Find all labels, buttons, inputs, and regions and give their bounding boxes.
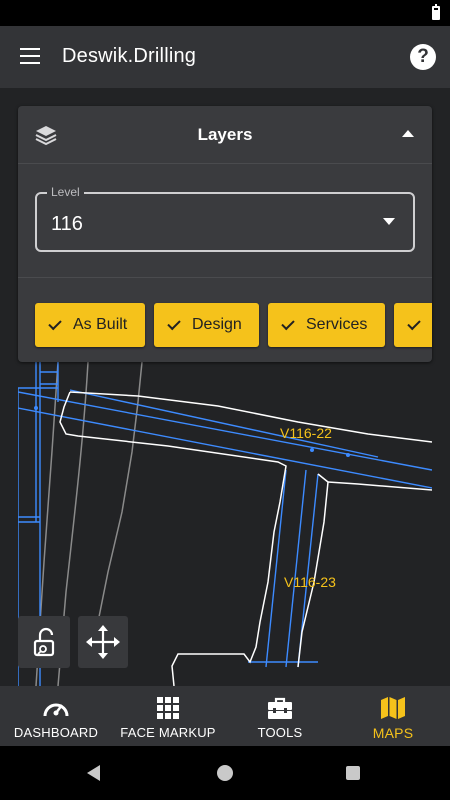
- nav-label: MAPS: [372, 725, 414, 741]
- bottom-navigation: DASHBOARD FACE MARKUP TOOLS MAPS: [0, 686, 450, 746]
- layer-chip-services[interactable]: Services: [268, 303, 385, 347]
- layer-chip-as-built[interactable]: As Built: [35, 303, 145, 347]
- check-icon: [167, 316, 181, 330]
- layer-chip-more[interactable]: [394, 303, 432, 347]
- level-select[interactable]: Level 116: [35, 185, 415, 252]
- map-icon: [381, 697, 405, 719]
- level-value: 116: [51, 213, 83, 235]
- help-icon[interactable]: ?: [410, 44, 436, 70]
- battery-icon: [432, 4, 440, 20]
- move-arrows-icon: [86, 625, 120, 659]
- recent-apps-icon[interactable]: [346, 766, 360, 780]
- nav-label: DASHBOARD: [13, 725, 99, 740]
- divider: [18, 277, 432, 278]
- check-icon: [48, 316, 62, 330]
- chip-label: As Built: [73, 316, 128, 333]
- back-icon[interactable]: [87, 765, 100, 781]
- level-label: Level: [47, 185, 84, 199]
- nav-label: TOOLS: [257, 725, 303, 740]
- map-label: V116-23: [284, 574, 336, 590]
- nav-tools[interactable]: TOOLS: [224, 686, 336, 746]
- check-icon: [407, 316, 421, 330]
- dropdown-arrow-icon: [383, 218, 395, 225]
- system-navigation-bar: [0, 746, 450, 800]
- app-title: Deswik.Drilling: [62, 45, 197, 67]
- hamburger-menu-icon[interactable]: [20, 48, 40, 64]
- pan-map-button[interactable]: [78, 616, 128, 668]
- layers-panel-header[interactable]: Layers: [18, 106, 432, 164]
- unlock-map-button[interactable]: [18, 616, 70, 668]
- toolbox-icon: [268, 697, 292, 719]
- layers-panel-title: Layers: [197, 125, 253, 144]
- layers-panel: Layers Level 116 As Built Design Service…: [18, 106, 432, 362]
- home-icon[interactable]: [217, 765, 233, 781]
- map-label: V116-22: [280, 425, 332, 441]
- collapse-chevron-up-icon[interactable]: [402, 130, 414, 137]
- app-bar: Deswik.Drilling ?: [0, 26, 450, 88]
- nav-dashboard[interactable]: DASHBOARD: [0, 686, 112, 746]
- chip-label: Design: [192, 316, 242, 333]
- status-bar: [0, 0, 450, 26]
- check-icon: [281, 316, 295, 330]
- grid-icon: [157, 697, 179, 719]
- nav-maps[interactable]: MAPS: [336, 686, 450, 746]
- nav-label: FACE MARKUP: [120, 725, 216, 740]
- unlock-icon: [33, 627, 55, 657]
- chip-label: Services: [306, 316, 368, 333]
- nav-face-markup[interactable]: FACE MARKUP: [112, 686, 224, 746]
- layer-chip-design[interactable]: Design: [154, 303, 259, 347]
- gauge-icon: [43, 703, 69, 717]
